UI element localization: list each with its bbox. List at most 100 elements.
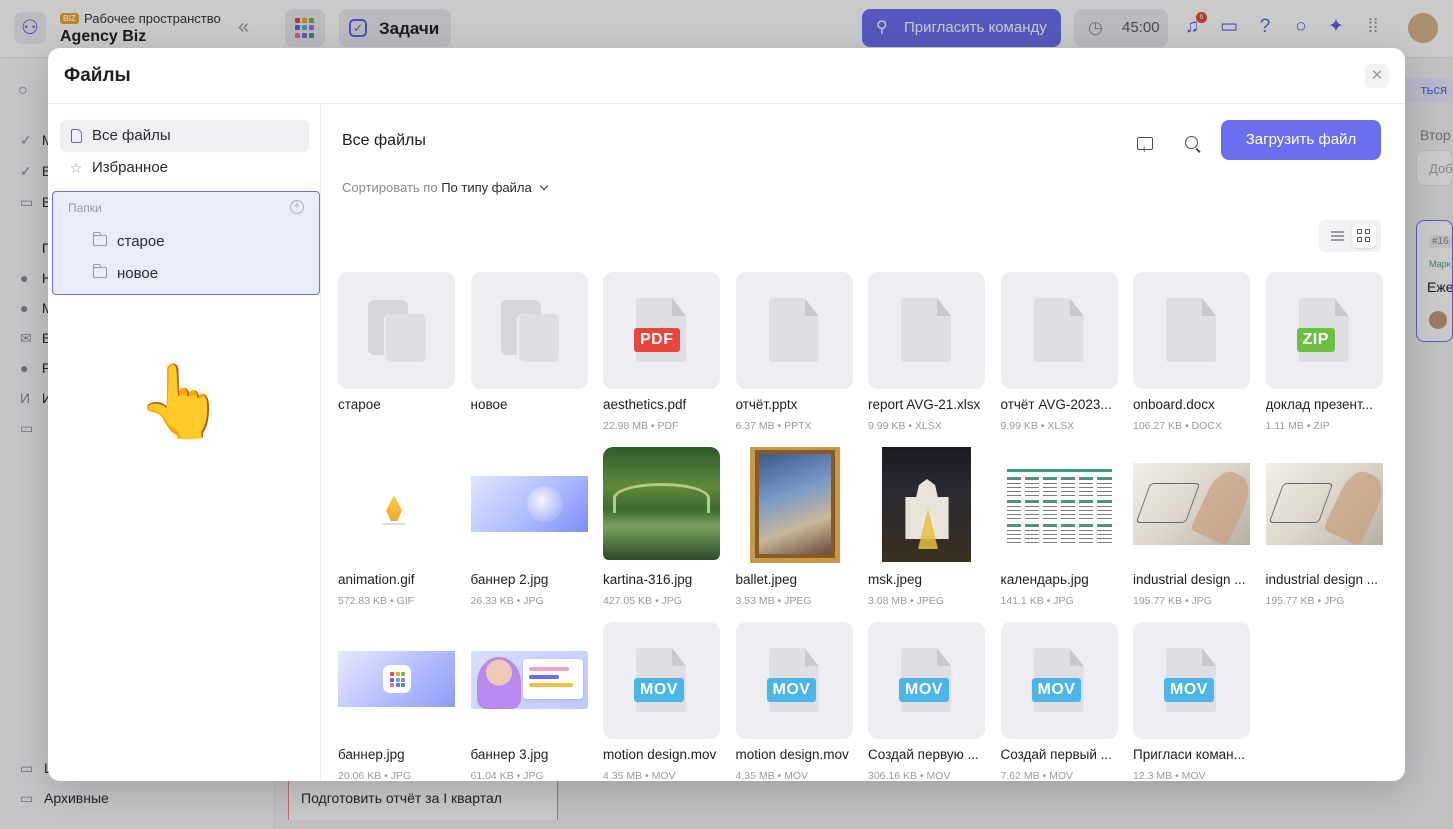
search-button[interactable] — [1177, 128, 1209, 160]
file-name: onboard.docx — [1133, 397, 1215, 412]
file-name: доклад презент... — [1265, 397, 1373, 412]
file-meta: 20.06 KB • JPG — [338, 770, 412, 781]
file-meta: 3.08 MB • JPEG — [868, 595, 945, 607]
image-thumbnail — [338, 622, 455, 739]
folder-icon — [92, 232, 107, 246]
file-name: отчёт AVG-2023... — [1000, 397, 1112, 412]
folder-label: новое — [117, 265, 159, 282]
document-icon: MOV — [1133, 622, 1250, 739]
file-type-badge: MOV — [1164, 678, 1214, 702]
file-meta: 22.98 MB • PDF — [603, 420, 679, 432]
document-icon: ZIP — [1265, 272, 1383, 389]
file-meta: 195.77 KB • JPG — [1265, 595, 1345, 607]
sidebar-item-label: Избранное — [92, 159, 169, 176]
file-name: Создай первый ... — [1000, 747, 1112, 762]
grid-view-icon[interactable] — [1352, 224, 1376, 248]
file-name: новое — [470, 397, 508, 412]
files-modal: Файлы ✕ Все файлы ☆ Избранное Папки + ст… — [48, 48, 1405, 781]
file-meta: 3.53 MB • JPEG — [735, 595, 812, 607]
pointing-hand-icon: 👆 — [136, 362, 226, 442]
file-meta: 7.62 MB • MOV — [1000, 770, 1074, 781]
folder-thumbnail — [470, 272, 588, 389]
file-name: kartina-316.jpg — [603, 572, 693, 587]
image-thumbnail — [470, 447, 588, 564]
file-name: animation.gif — [338, 572, 415, 587]
file-meta: 12.3 MB • MOV — [1133, 770, 1206, 781]
file-name: баннер.jpg — [338, 747, 405, 762]
folder-thumbnail — [338, 272, 455, 389]
file-type-badge: MOV — [634, 678, 684, 702]
folder-label: старое — [117, 233, 165, 250]
file-type-badge: MOV — [1031, 678, 1082, 702]
file-name: industrial design ... — [1265, 572, 1379, 587]
file-name: баннер 3.jpg — [470, 747, 549, 762]
file-name: report AVG-21.xlsx — [868, 397, 981, 412]
file-icon — [68, 120, 84, 152]
sidebar-item-label: Все файлы — [92, 127, 171, 144]
folder-item-old[interactable]: старое — [92, 232, 165, 250]
document-icon: MOV — [735, 622, 853, 739]
document-icon: MOV — [603, 622, 720, 739]
document-icon — [1133, 272, 1250, 389]
image-thumbnail — [1265, 447, 1383, 564]
document-icon: PDF — [603, 272, 720, 389]
document-icon — [735, 272, 853, 389]
sidebar-item-favorites[interactable]: ☆ Избранное — [60, 152, 309, 184]
file-meta: 26.33 KB • JPG — [470, 595, 544, 607]
file-name: календарь.jpg — [1000, 572, 1089, 587]
close-icon[interactable]: ✕ — [1365, 64, 1389, 88]
folder-item-new[interactable]: новое — [92, 264, 159, 282]
file-meta: 9.99 KB • XLSX — [1000, 420, 1075, 432]
image-thumbnail — [736, 447, 853, 564]
upload-file-button[interactable]: Загрузить файл — [1221, 120, 1381, 160]
main-title: Все файлы — [342, 132, 426, 149]
sort-control[interactable]: Сортировать по По типу файла — [342, 180, 549, 195]
file-name: ballet.jpeg — [735, 572, 798, 587]
document-icon — [1000, 272, 1118, 389]
file-meta: 9.99 KB • XLSX — [868, 420, 942, 432]
image-thumbnail — [1000, 447, 1118, 564]
file-type-badge: PDF — [634, 328, 680, 352]
file-name: старое — [338, 397, 381, 412]
file-meta: 61.04 KB • JPG — [470, 770, 544, 781]
list-view-icon[interactable] — [1325, 224, 1349, 248]
image-thumbnail — [470, 622, 588, 739]
file-name: motion design.mov — [735, 747, 849, 762]
file-meta: 106.27 KB • DOCX — [1133, 420, 1222, 432]
document-icon — [868, 272, 985, 389]
files-sidebar: Все файлы ☆ Избранное Папки + старое нов… — [48, 104, 321, 781]
document-icon: MOV — [868, 622, 985, 739]
sort-value: По типу файла — [441, 180, 532, 195]
image-thumbnail — [868, 447, 985, 564]
file-meta: 4.35 MB • MOV — [603, 770, 676, 781]
file-meta: 572.83 KB • GIF — [338, 595, 415, 607]
search-icon — [1185, 136, 1198, 149]
file-name: motion design.mov — [603, 747, 717, 762]
folders-section: Папки + старое новое — [52, 191, 320, 295]
file-name: Создай первую ... — [868, 747, 979, 762]
file-name: aesthetics.pdf — [603, 397, 687, 412]
file-meta: 306.16 KB • MOV — [868, 770, 951, 781]
files-main: Все файлы Загрузить файл Сортировать по … — [322, 104, 1405, 781]
chevron-down-icon — [540, 181, 549, 191]
folders-label: Папки — [68, 201, 102, 215]
file-type-badge: MOV — [766, 678, 817, 702]
file-name: industrial design ... — [1133, 572, 1246, 587]
sidebar-item-all-files[interactable]: Все файлы — [60, 120, 309, 152]
file-meta: 4.35 MB • MOV — [735, 770, 809, 781]
folder-icon — [92, 264, 107, 278]
sort-label: Сортировать по — [342, 180, 438, 195]
file-name: msk.jpeg — [868, 572, 923, 587]
new-folder-icon — [1137, 134, 1153, 166]
file-name: Пригласи коман... — [1133, 747, 1245, 762]
view-toggle — [1319, 220, 1381, 252]
gif-thumbnail — [338, 447, 455, 564]
image-thumbnail — [1133, 447, 1250, 564]
file-meta: 195.77 KB • JPG — [1133, 595, 1212, 607]
image-thumbnail — [603, 447, 720, 564]
file-type-badge: MOV — [899, 678, 949, 702]
file-meta: 6.37 MB • PPTX — [735, 420, 812, 432]
new-folder-button[interactable] — [1129, 128, 1161, 166]
add-folder-icon[interactable]: + — [290, 200, 304, 214]
document-icon: MOV — [1000, 622, 1118, 739]
